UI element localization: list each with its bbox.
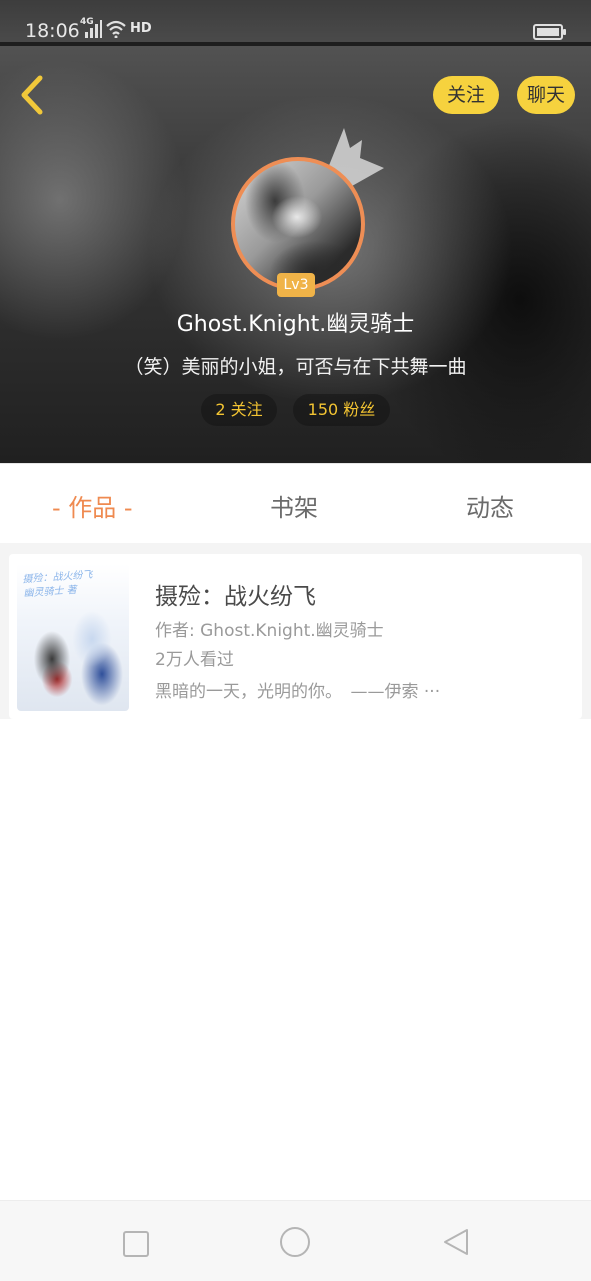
recents-icon[interactable] — [123, 1231, 149, 1257]
avatar[interactable] — [231, 157, 365, 291]
fans-count[interactable]: 150 粉丝 — [293, 394, 390, 426]
book-description: 黑暗的一天，光明的你。 ——伊索 ··· — [155, 682, 441, 702]
hd-indicator: HD — [130, 21, 152, 36]
back-icon[interactable] — [441, 1227, 471, 1257]
book-author: 作者: Ghost.Knight.幽灵骑士 — [155, 621, 384, 641]
list-item[interactable]: 摄殓：战火纷飞 幽灵骑士 著 摄殓：战火纷飞 作者: Ghost.Knight.… — [9, 554, 582, 719]
system-nav-bar — [0, 1200, 591, 1281]
book-title: 摄殓：战火纷飞 — [155, 584, 316, 610]
level-badge: Lv3 — [277, 273, 315, 297]
status-time: 18:06 — [25, 20, 80, 42]
profile-tabs: - 作品 - 书架 动态 — [0, 463, 591, 544]
chat-button[interactable]: 聊天 — [517, 76, 575, 114]
battery-icon — [533, 24, 566, 40]
user-motto: （笑）美丽的小姐，可否与在下共舞一曲 — [124, 356, 467, 378]
wifi-icon — [106, 20, 126, 38]
follow-button[interactable]: 关注 — [433, 76, 499, 114]
following-count[interactable]: 2 关注 — [201, 394, 277, 426]
tab-bookshelf[interactable]: 书架 — [270, 488, 318, 523]
cover-title-text: 摄殓：战火纷飞 幽灵骑士 著 — [22, 569, 93, 600]
profile-header: 18:06 4G HD 关注 聊天 Lv3 Ghost.Knight.幽灵骑士 … — [0, 0, 591, 463]
tab-activity[interactable]: 动态 — [466, 488, 514, 523]
status-bar: 18:06 4G HD — [0, 0, 591, 46]
book-views: 2万人看过 — [155, 650, 234, 670]
home-icon[interactable] — [280, 1227, 310, 1257]
book-cover[interactable]: 摄殓：战火纷飞 幽灵骑士 著 — [17, 564, 129, 711]
tab-works[interactable]: - 作品 - — [52, 488, 133, 523]
username: Ghost.Knight.幽灵骑士 — [176, 312, 415, 337]
signal-icon — [85, 20, 102, 38]
back-chevron-icon[interactable] — [14, 72, 54, 118]
